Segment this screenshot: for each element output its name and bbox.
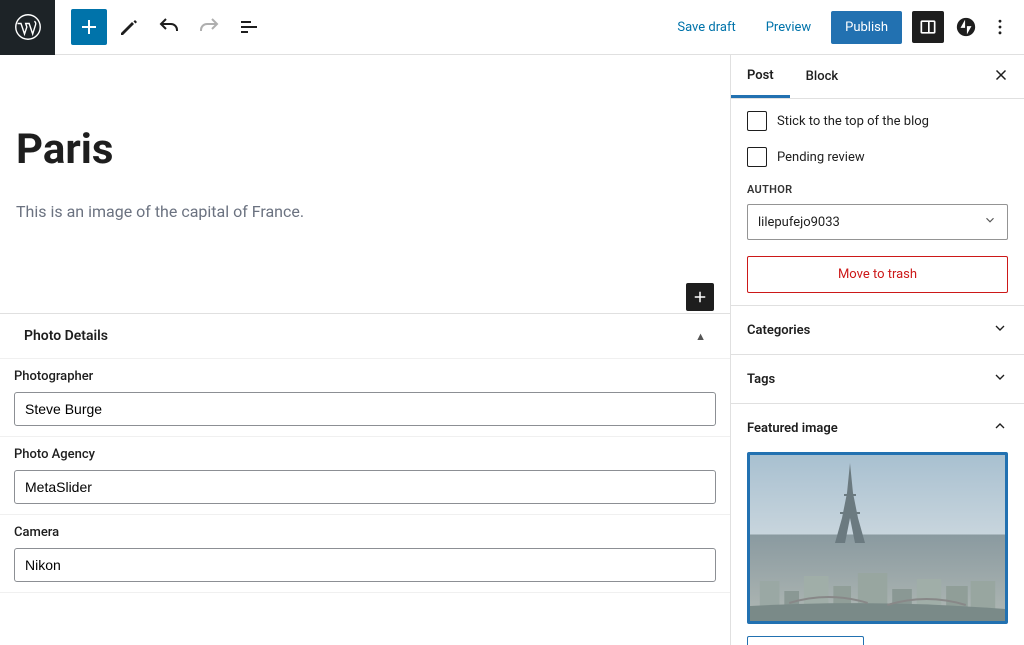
categories-label: Categories bbox=[747, 323, 810, 338]
tab-block[interactable]: Block bbox=[790, 55, 854, 98]
post-content[interactable]: This is an image of the capital of Franc… bbox=[16, 202, 714, 221]
tab-post[interactable]: Post bbox=[731, 55, 790, 98]
chevron-down-icon bbox=[983, 213, 997, 231]
camera-label: Camera bbox=[14, 525, 716, 540]
photographer-label: Photographer bbox=[14, 369, 716, 384]
categories-panel-header[interactable]: Categories bbox=[731, 306, 1024, 354]
photo-agency-input[interactable] bbox=[14, 470, 716, 504]
document-outline-button[interactable] bbox=[231, 9, 267, 45]
redo-button[interactable] bbox=[191, 9, 227, 45]
chevron-down-icon bbox=[992, 369, 1008, 389]
featured-image-label: Featured image bbox=[747, 421, 838, 436]
close-panel-button[interactable] bbox=[992, 66, 1010, 88]
move-to-trash-button[interactable]: Move to trash bbox=[747, 256, 1008, 293]
tags-label: Tags bbox=[747, 372, 775, 387]
photographer-input[interactable] bbox=[14, 392, 716, 426]
preview-button[interactable]: Preview bbox=[756, 14, 821, 41]
save-draft-button[interactable]: Save draft bbox=[667, 14, 745, 41]
edit-tool-button[interactable] bbox=[111, 9, 147, 45]
publish-button[interactable]: Publish bbox=[831, 11, 902, 44]
camera-input[interactable] bbox=[14, 548, 716, 582]
sidebar-toggle-button[interactable] bbox=[912, 11, 944, 43]
photo-agency-label: Photo Agency bbox=[14, 447, 716, 462]
sticky-label: Stick to the top of the blog bbox=[777, 114, 929, 129]
add-block-button[interactable] bbox=[71, 9, 107, 45]
chevron-down-icon bbox=[992, 320, 1008, 340]
chevron-up-icon bbox=[992, 418, 1008, 438]
insert-block-button[interactable] bbox=[686, 283, 714, 311]
featured-image-panel-header[interactable]: Featured image bbox=[731, 404, 1024, 452]
featured-image-preview[interactable] bbox=[747, 452, 1008, 624]
pending-review-checkbox[interactable] bbox=[747, 147, 767, 167]
wordpress-logo[interactable] bbox=[0, 0, 55, 55]
pending-review-label: Pending review bbox=[777, 150, 865, 165]
photo-details-title: Photo Details bbox=[24, 328, 108, 344]
post-title[interactable]: Paris bbox=[16, 125, 714, 174]
author-section-label: AUTHOR bbox=[747, 183, 1008, 196]
replace-image-button[interactable]: Replace Image bbox=[747, 636, 864, 645]
options-menu-button[interactable] bbox=[988, 11, 1012, 43]
author-select[interactable]: lilepufejo9033 bbox=[747, 204, 1008, 240]
jetpack-icon[interactable] bbox=[954, 15, 978, 39]
undo-button[interactable] bbox=[151, 9, 187, 45]
author-value: lilepufejo9033 bbox=[758, 215, 840, 230]
photo-details-panel-header[interactable]: Photo Details ▲ bbox=[0, 314, 730, 359]
sticky-checkbox[interactable] bbox=[747, 111, 767, 131]
collapse-icon: ▲ bbox=[695, 330, 706, 343]
tags-panel-header[interactable]: Tags bbox=[731, 355, 1024, 403]
